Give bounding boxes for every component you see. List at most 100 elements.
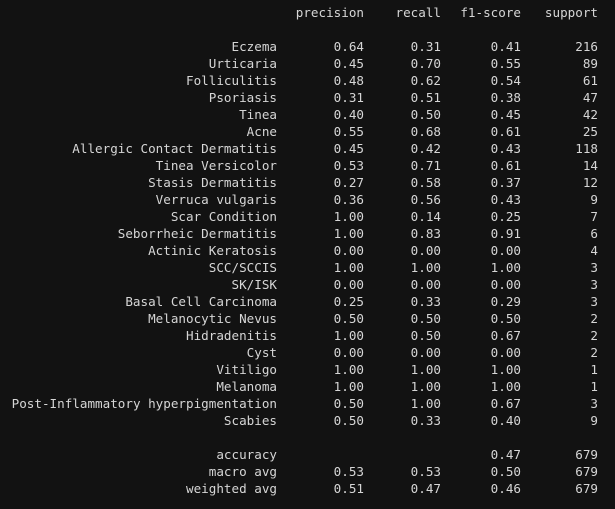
row-label: Psoriasis xyxy=(208,90,277,105)
row-precision: 0.45 xyxy=(333,56,364,71)
row-f1-score: 0.45 xyxy=(490,107,521,122)
row-precision: 0.50 xyxy=(333,311,364,326)
row-precision: 1.00 xyxy=(333,328,364,343)
row-precision: 0.55 xyxy=(333,124,364,139)
row-support: 679 xyxy=(575,481,598,496)
row-f1-score: 0.00 xyxy=(490,243,521,258)
row-label: Cyst xyxy=(246,345,277,360)
row-f1-score: 0.61 xyxy=(490,124,521,139)
row-support: 61 xyxy=(582,73,598,88)
row-precision: 0.51 xyxy=(333,481,364,496)
row-f1-score: 0.50 xyxy=(490,311,521,326)
row-precision: 0.45 xyxy=(333,141,364,156)
row-precision: 0.50 xyxy=(333,396,364,411)
row-support: 6 xyxy=(590,226,598,241)
header-support: support xyxy=(544,5,598,20)
row-support: 2 xyxy=(590,345,598,360)
row-recall: 1.00 xyxy=(410,260,441,275)
row-f1-score: 0.50 xyxy=(490,464,521,479)
row-f1-score: 0.37 xyxy=(490,175,521,190)
header-precision: precision xyxy=(295,5,364,20)
row-recall: 0.83 xyxy=(410,226,441,241)
table-row: Urticaria 0.45 0.70 0.55 89 xyxy=(0,55,615,72)
row-precision: 0.25 xyxy=(333,294,364,309)
row-label: Allergic Contact Dermatitis xyxy=(72,141,277,156)
row-label: Acne xyxy=(246,124,277,139)
row-precision: 0.64 xyxy=(333,39,364,54)
row-recall: 0.47 xyxy=(410,481,441,496)
row-precision: 0.53 xyxy=(333,464,364,479)
row-support: 3 xyxy=(590,294,598,309)
report-header: precision recall f1-score support xyxy=(0,4,615,21)
table-row: Cyst 0.00 0.00 0.00 2 xyxy=(0,344,615,361)
row-precision: 0.00 xyxy=(333,345,364,360)
row-recall: 0.56 xyxy=(410,192,441,207)
row-label: SK/ISK xyxy=(231,277,278,292)
row-label: Tinea Versicolor xyxy=(155,158,277,173)
row-label: accuracy xyxy=(216,447,277,462)
row-precision: 1.00 xyxy=(333,379,364,394)
row-precision: 0.00 xyxy=(333,243,364,258)
table-row: Verruca vulgaris 0.36 0.56 0.43 9 xyxy=(0,191,615,208)
row-support: 2 xyxy=(590,311,598,326)
row-support: 679 xyxy=(575,447,598,462)
row-precision: 0.27 xyxy=(333,175,364,190)
row-f1-score: 0.55 xyxy=(490,56,521,71)
row-support: 216 xyxy=(575,39,598,54)
row-precision: 1.00 xyxy=(333,260,364,275)
table-row: Scabies 0.50 0.33 0.40 9 xyxy=(0,412,615,429)
row-support: 89 xyxy=(582,56,598,71)
row-precision: 1.00 xyxy=(333,226,364,241)
row-label: Melanoma xyxy=(216,379,277,394)
row-recall: 0.50 xyxy=(410,328,441,343)
row-label: Urticaria xyxy=(208,56,277,71)
table-row: Hidradenitis 1.00 0.50 0.67 2 xyxy=(0,327,615,344)
row-recall: 0.51 xyxy=(410,90,441,105)
header-recall: recall xyxy=(395,5,442,20)
row-label: SCC/SCCIS xyxy=(208,260,277,275)
row-f1-score: 0.25 xyxy=(490,209,521,224)
row-support: 4 xyxy=(590,243,598,258)
row-recall: 0.31 xyxy=(410,39,441,54)
row-support: 25 xyxy=(582,124,598,139)
row-support: 3 xyxy=(590,396,598,411)
row-f1-score: 0.61 xyxy=(490,158,521,173)
row-recall: 0.42 xyxy=(410,141,441,156)
row-support: 47 xyxy=(582,90,598,105)
row-support: 9 xyxy=(590,413,598,428)
row-recall: 0.58 xyxy=(410,175,441,190)
row-precision: 0.36 xyxy=(333,192,364,207)
table-row: Actinic Keratosis 0.00 0.00 0.00 4 xyxy=(0,242,615,259)
table-row: Allergic Contact Dermatitis 0.45 0.42 0.43 1… xyxy=(0,140,615,157)
row-precision: 0.40 xyxy=(333,107,364,122)
summary-row: macro avg 0.53 0.53 0.50 679 xyxy=(0,463,615,480)
row-support: 118 xyxy=(575,141,598,156)
row-f1-score: 0.40 xyxy=(490,413,521,428)
row-recall: 0.33 xyxy=(410,294,441,309)
row-label: Stasis Dermatitis xyxy=(148,175,277,190)
row-f1-score: 0.00 xyxy=(490,277,521,292)
row-f1-score: 1.00 xyxy=(490,260,521,275)
row-precision: 0.53 xyxy=(333,158,364,173)
summary-row: accuracy 0.47 679 xyxy=(0,446,615,463)
row-support: 2 xyxy=(590,328,598,343)
row-f1-score: 1.00 xyxy=(490,362,521,377)
row-precision: 0.48 xyxy=(333,73,364,88)
row-recall: 0.70 xyxy=(410,56,441,71)
row-recall: 0.00 xyxy=(410,277,441,292)
row-label: Post-Inflammatory hyperpigmentation xyxy=(11,396,277,411)
row-f1-score: 0.38 xyxy=(490,90,521,105)
row-f1-score: 0.67 xyxy=(490,396,521,411)
row-recall: 0.53 xyxy=(410,464,441,479)
table-row: Tinea Versicolor 0.53 0.71 0.61 14 xyxy=(0,157,615,174)
row-recall: 0.62 xyxy=(410,73,441,88)
row-recall: 0.00 xyxy=(410,243,441,258)
row-recall: 0.50 xyxy=(410,311,441,326)
row-support: 7 xyxy=(590,209,598,224)
row-recall: 0.00 xyxy=(410,345,441,360)
table-row: Folliculitis 0.48 0.62 0.54 61 xyxy=(0,72,615,89)
row-recall: 0.14 xyxy=(410,209,441,224)
row-label: Folliculitis xyxy=(186,73,277,88)
table-row: Melanoma 1.00 1.00 1.00 1 xyxy=(0,378,615,395)
summary-row: weighted avg 0.51 0.47 0.46 679 xyxy=(0,480,615,497)
